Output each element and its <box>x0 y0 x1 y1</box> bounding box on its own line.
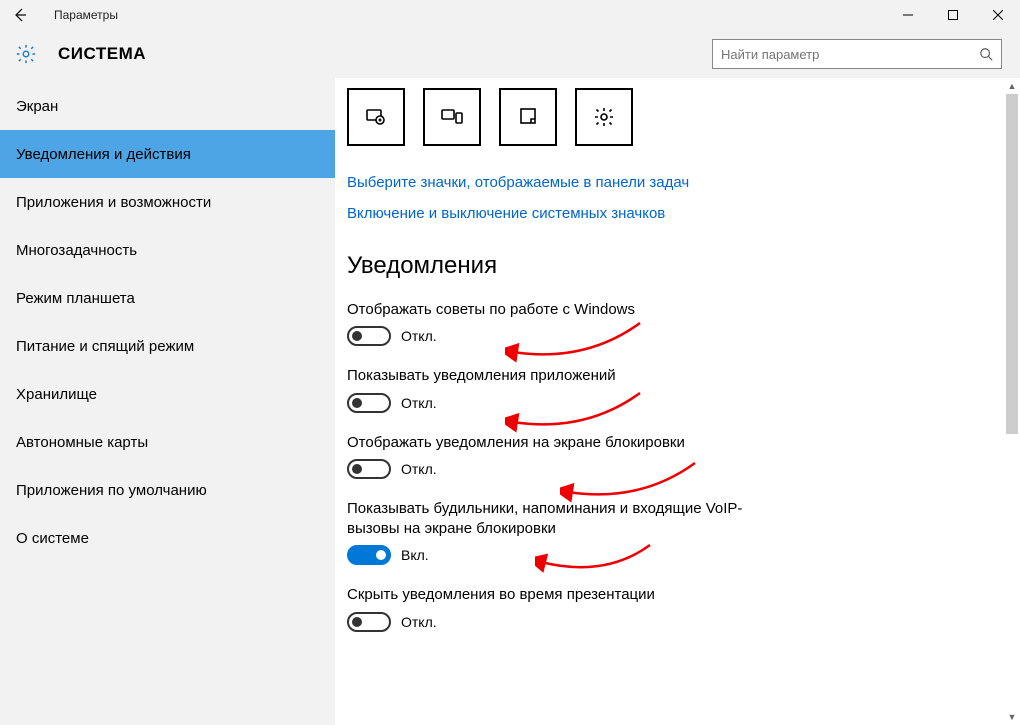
toggle-alarms-reminders-voip[interactable] <box>347 545 391 565</box>
sidebar-item-label: О системе <box>16 530 89 547</box>
setting-lockscreen-notifications: Отображать уведомления на экране блокиро… <box>347 433 1004 479</box>
quick-action-slot-3[interactable] <box>499 88 557 146</box>
sidebar-item-power-sleep[interactable]: Питание и спящий режим <box>0 322 335 370</box>
search-icon <box>979 47 993 61</box>
toggle-app-notifications[interactable] <box>347 393 391 413</box>
vertical-scrollbar[interactable]: ▲ ▼ <box>1004 78 1020 725</box>
setting-windows-tips: Отображать советы по работе с Windows От… <box>347 300 1004 346</box>
sidebar-item-label: Многозадачность <box>16 242 137 259</box>
link-taskbar-icons[interactable]: Выберите значки, отображаемые в панели з… <box>347 174 1004 191</box>
setting-app-notifications: Показывать уведомления приложений Откл. <box>347 366 1004 412</box>
setting-label: Скрыть уведомления во время презентации <box>347 585 777 605</box>
scrollbar-up-button[interactable]: ▲ <box>1004 78 1020 94</box>
all-settings-icon <box>592 105 616 129</box>
toggle-lockscreen-notifications[interactable] <box>347 459 391 479</box>
header: СИСТЕМА <box>0 30 1020 78</box>
sidebar-item-label: Уведомления и действия <box>16 146 191 163</box>
sidebar-item-notifications-actions[interactable]: Уведомления и действия <box>0 130 335 178</box>
toggle-state: Вкл. <box>401 547 429 563</box>
maximize-button[interactable] <box>930 0 975 30</box>
sidebar: Экран Уведомления и действия Приложения … <box>0 78 335 725</box>
scrollbar-down-button[interactable]: ▼ <box>1004 709 1020 725</box>
close-button[interactable] <box>975 0 1020 30</box>
connect-icon <box>440 105 464 129</box>
sidebar-item-label: Экран <box>16 98 58 115</box>
sidebar-item-label: Приложения и возможности <box>16 194 211 211</box>
page-title: СИСТЕМА <box>58 44 146 64</box>
body: Экран Уведомления и действия Приложения … <box>0 78 1020 725</box>
toggle-state: Откл. <box>401 395 437 411</box>
note-icon <box>516 105 540 129</box>
setting-label: Показывать уведомления приложений <box>347 366 777 386</box>
sidebar-item-offline-maps[interactable]: Автономные карты <box>0 418 335 466</box>
toggle-hide-during-presentation[interactable] <box>347 612 391 632</box>
scrollbar-track[interactable] <box>1004 94 1020 709</box>
setting-label: Отображать уведомления на экране блокиро… <box>347 433 777 453</box>
tablet-mode-icon <box>364 105 388 129</box>
maximize-icon <box>948 10 958 20</box>
sidebar-item-label: Приложения по умолчанию <box>16 482 207 499</box>
sidebar-item-apps-features[interactable]: Приложения и возможности <box>0 178 335 226</box>
sidebar-item-display[interactable]: Экран <box>0 82 335 130</box>
sidebar-item-label: Автономные карты <box>16 434 148 451</box>
close-icon <box>993 10 1003 20</box>
sidebar-item-label: Режим планшета <box>16 290 135 307</box>
arrow-left-icon <box>12 7 28 23</box>
window-title: Параметры <box>40 8 118 22</box>
link-system-icons[interactable]: Включение и выключение системных значков <box>347 205 1004 222</box>
sidebar-item-multitasking[interactable]: Многозадачность <box>0 226 335 274</box>
search-input[interactable] <box>721 47 979 62</box>
search-box[interactable] <box>712 39 1002 69</box>
sidebar-item-label: Хранилище <box>16 386 97 403</box>
setting-label: Показывать будильники, напоминания и вхо… <box>347 499 777 540</box>
toggle-windows-tips[interactable] <box>347 326 391 346</box>
scrollbar-thumb[interactable] <box>1006 94 1018 434</box>
quick-actions-row <box>347 88 1004 146</box>
setting-alarms-reminders-voip: Показывать будильники, напоминания и вхо… <box>347 499 1004 566</box>
section-heading-notifications: Уведомления <box>347 252 1004 280</box>
main-content: Выберите значки, отображаемые в панели з… <box>335 78 1004 725</box>
sidebar-item-tablet-mode[interactable]: Режим планшета <box>0 274 335 322</box>
sidebar-item-about[interactable]: О системе <box>0 514 335 562</box>
setting-hide-during-presentation: Скрыть уведомления во время презентации … <box>347 585 1004 631</box>
settings-gear-icon <box>12 40 40 68</box>
sidebar-item-storage[interactable]: Хранилище <box>0 370 335 418</box>
setting-label: Отображать советы по работе с Windows <box>347 300 777 320</box>
minimize-icon <box>903 10 913 20</box>
toggle-state: Откл. <box>401 614 437 630</box>
toggle-state: Откл. <box>401 328 437 344</box>
minimize-button[interactable] <box>885 0 930 30</box>
quick-action-slot-1[interactable] <box>347 88 405 146</box>
titlebar: Параметры <box>0 0 1020 30</box>
quick-action-slot-4[interactable] <box>575 88 633 146</box>
toggle-state: Откл. <box>401 461 437 477</box>
back-button[interactable] <box>0 0 40 30</box>
quick-action-slot-2[interactable] <box>423 88 481 146</box>
sidebar-item-label: Питание и спящий режим <box>16 338 194 355</box>
sidebar-item-default-apps[interactable]: Приложения по умолчанию <box>0 466 335 514</box>
